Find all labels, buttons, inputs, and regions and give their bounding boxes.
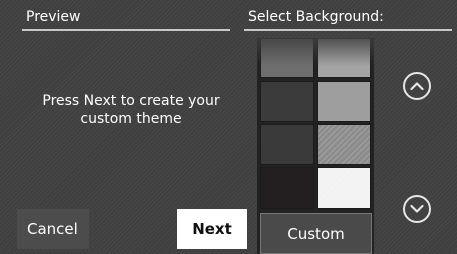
background-swatch[interactable] <box>317 167 371 209</box>
background-swatch[interactable] <box>317 124 371 165</box>
background-swatch[interactable] <box>260 81 314 122</box>
chevron-down-icon <box>410 204 424 213</box>
background-swatch[interactable] <box>317 38 371 78</box>
preview-message-line-1: Press Next to create your <box>42 93 220 109</box>
scroll-up-button[interactable] <box>403 72 431 100</box>
background-swatch[interactable] <box>317 81 371 122</box>
custom-button[interactable]: Custom <box>260 213 372 254</box>
select-background-header: Select Background: <box>248 9 384 25</box>
background-swatch[interactable] <box>260 124 314 165</box>
preview-header: Preview <box>26 9 81 25</box>
preview-message-line-2: custom theme <box>80 111 182 127</box>
scroll-down-button[interactable] <box>403 195 431 223</box>
background-divider <box>244 29 452 31</box>
preview-message: Press Next to create your custom theme <box>20 92 242 128</box>
preview-divider <box>22 29 230 31</box>
next-button[interactable]: Next <box>177 209 247 249</box>
cancel-button[interactable]: Cancel <box>17 209 89 249</box>
chevron-up-icon <box>410 82 424 91</box>
background-swatch[interactable] <box>260 167 314 209</box>
background-swatch[interactable] <box>260 38 314 78</box>
